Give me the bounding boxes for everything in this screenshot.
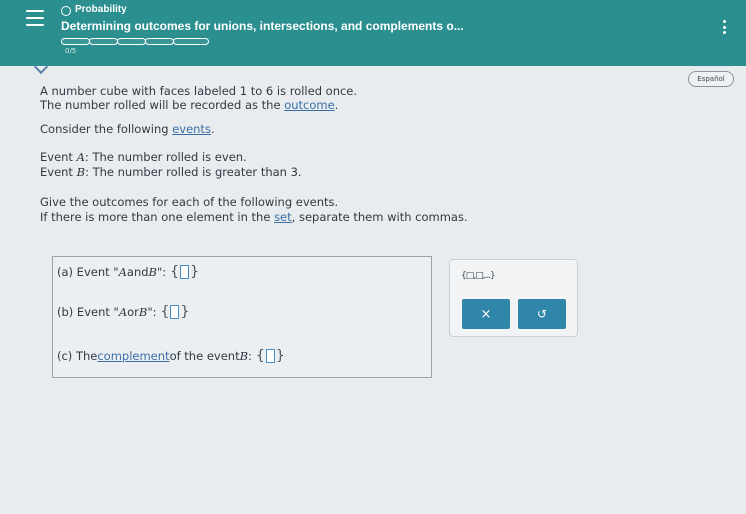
text-segment: and	[126, 265, 149, 279]
problem-line-3: Consider the following events.	[40, 122, 215, 136]
more-options-icon[interactable]	[722, 20, 726, 34]
progress-segment	[89, 38, 118, 45]
variable: B	[138, 305, 148, 319]
part-c-answer-field[interactable]	[265, 349, 275, 363]
menu-icon[interactable]	[26, 10, 44, 26]
progress-segment	[173, 38, 209, 45]
variable: A	[118, 305, 128, 319]
part-c: (c) The complement of the event B: {}	[57, 347, 285, 365]
progress-bar	[61, 38, 209, 45]
part-b: (b) Event " A or B ": {}	[57, 303, 189, 321]
text-segment: The number rolled will be recorded as th…	[40, 98, 285, 112]
progress-segment	[117, 38, 146, 45]
text-segment: : The number rolled is even.	[84, 150, 247, 164]
outcome-link[interactable]: outcome	[284, 98, 334, 112]
part-a: (a) Event " A and B ": {}	[57, 263, 199, 281]
variable: A	[118, 265, 127, 279]
espanol-button[interactable]: Español	[688, 71, 734, 87]
progress-segment	[145, 38, 174, 45]
top-bar: Probability Determining outcomes for uni…	[0, 0, 746, 66]
text-segment: , separate them with commas.	[291, 210, 468, 224]
variable: B	[239, 349, 249, 363]
close-brace: }	[190, 264, 199, 280]
text-segment: (a) Event "	[57, 265, 119, 279]
part-a-answer-field[interactable]	[180, 265, 190, 279]
text-segment: Consider the following	[40, 122, 173, 136]
close-brace: }	[275, 348, 285, 364]
text-segment: : The number rolled is greater than 3.	[85, 165, 302, 179]
text-segment: (c) The	[57, 349, 98, 363]
text-segment: ":	[147, 305, 157, 319]
text-segment: ":	[156, 265, 167, 279]
page-title: Determining outcomes for unions, interse…	[61, 19, 464, 33]
undo-button[interactable]: ↺	[518, 299, 566, 329]
part-b-set-input[interactable]: {}	[161, 303, 190, 321]
text-segment: :	[248, 349, 252, 363]
set-link[interactable]: set	[274, 210, 292, 224]
close-brace: }	[180, 304, 190, 320]
event-a-definition: Event A: The number rolled is even.	[40, 150, 247, 164]
text-segment: .	[334, 98, 339, 112]
text-segment: If there is more than one element in the	[40, 210, 275, 224]
part-c-set-input[interactable]: {}	[256, 347, 285, 365]
answer-box: (a) Event " A and B ": {} (b) Event " A or …	[52, 256, 432, 378]
variable: B	[76, 165, 86, 179]
events-link[interactable]: events	[172, 122, 211, 136]
open-brace: {	[160, 304, 170, 320]
text-segment: or	[127, 305, 139, 319]
instruction-line-1: Give the outcomes for each of the follow…	[40, 195, 339, 209]
topic-label: Probability	[75, 4, 127, 15]
problem-line-2: The number rolled will be recorded as th…	[40, 98, 338, 112]
open-brace: {	[170, 264, 180, 280]
text-segment: .	[210, 122, 215, 136]
part-a-set-input[interactable]: {}	[170, 263, 199, 281]
clear-button[interactable]: ×	[462, 299, 510, 329]
set-template-button[interactable]: {□,□,...}	[461, 271, 496, 281]
complement-link[interactable]: complement	[97, 349, 169, 363]
text-segment: (b) Event "	[57, 305, 119, 319]
text-segment: Event	[40, 165, 77, 179]
tool-panel: {□,□,...} × ↺	[449, 259, 578, 337]
open-brace: {	[255, 348, 265, 364]
text-segment: Event	[40, 150, 77, 164]
progress-label: 0/5	[65, 47, 77, 55]
topic-circle-icon	[61, 6, 71, 16]
text-segment: of the event	[169, 349, 240, 363]
part-b-answer-field[interactable]	[170, 305, 180, 319]
problem-line-1: A number cube with faces labeled 1 to 6 …	[40, 84, 358, 98]
variable: A	[76, 150, 85, 164]
event-b-definition: Event B: The number rolled is greater th…	[40, 165, 302, 179]
progress-segment	[61, 38, 90, 45]
variable: B	[148, 265, 157, 279]
instruction-line-2: If there is more than one element in the…	[40, 210, 468, 224]
